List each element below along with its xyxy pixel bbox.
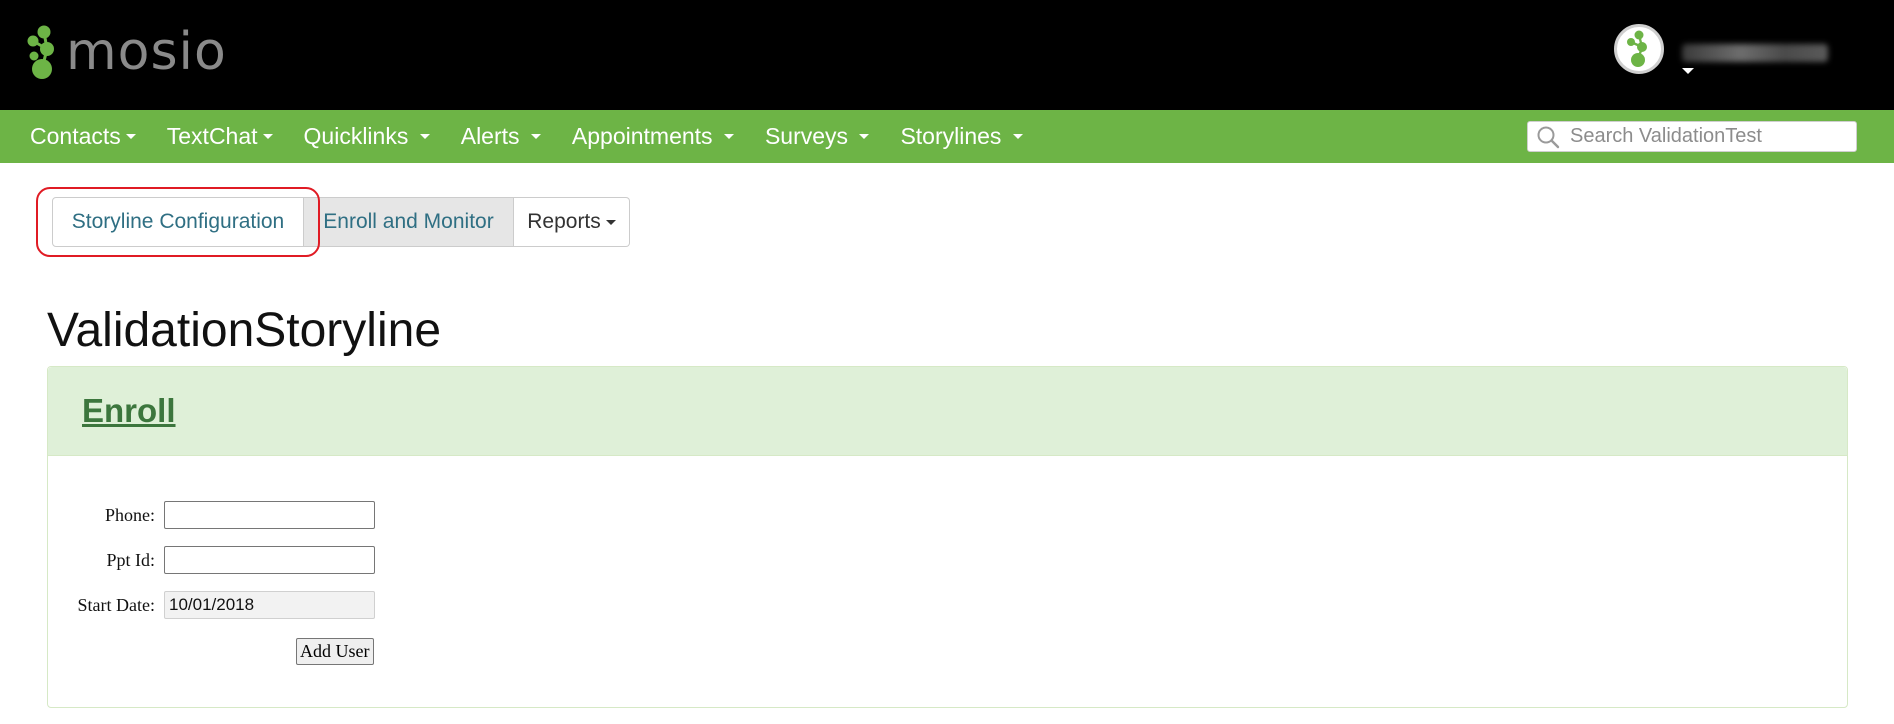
- caret-down-icon: [125, 134, 136, 139]
- search-icon: [1537, 126, 1560, 148]
- user-avatar[interactable]: [1614, 24, 1664, 74]
- tab-reports-label: Reports: [527, 210, 601, 233]
- tab-storyline-configuration[interactable]: Storyline Configuration: [52, 197, 304, 247]
- caret-down-icon: [859, 134, 870, 139]
- nav-storylines-label: Storylines: [900, 123, 1002, 149]
- nav-textchat-label: TextChat: [166, 123, 258, 149]
- nav-alerts[interactable]: Alerts: [461, 123, 541, 150]
- phone-label: Phone:: [104, 504, 155, 525]
- tab-reports[interactable]: Reports: [514, 197, 630, 247]
- ppt-id-label: Ppt Id:: [106, 549, 155, 570]
- logo-wordmark: mosio: [66, 22, 227, 82]
- ppt-id-row: Ppt Id:: [48, 546, 375, 574]
- phone-row: Phone:: [48, 501, 375, 529]
- main-nav: Contacts TextChat Quicklinks Alerts Appo…: [0, 110, 1894, 163]
- caret-down-icon: [419, 134, 430, 139]
- nav-surveys[interactable]: Surveys: [764, 123, 870, 150]
- tab-enroll-and-monitor[interactable]: Enroll and Monitor: [304, 197, 514, 247]
- ppt-id-input[interactable]: [164, 546, 375, 574]
- enroll-form: Phone: Ppt Id: Start Date:: [48, 501, 375, 636]
- page-title: ValidationStoryline: [47, 304, 442, 357]
- start-date-row: Start Date:: [48, 591, 375, 619]
- nav-quicklinks-label: Quicklinks: [303, 123, 409, 149]
- phone-input[interactable]: [164, 501, 375, 529]
- nav-surveys-label: Surveys: [764, 123, 849, 149]
- caret-down-icon: [1012, 134, 1023, 139]
- search-box[interactable]: [1527, 121, 1857, 152]
- nav-alerts-label: Alerts: [460, 123, 520, 149]
- enroll-panel: Enroll Phone: Ppt Id: Start Date: Add Us…: [47, 366, 1848, 708]
- username-redacted[interactable]: [1682, 44, 1828, 62]
- storyline-tabs: Storyline Configuration Enroll and Monit…: [52, 197, 630, 247]
- top-header: mosio: [0, 0, 1894, 110]
- add-user-button[interactable]: Add User: [296, 638, 374, 665]
- start-date-label: Start Date:: [77, 594, 155, 615]
- nav-textchat[interactable]: TextChat: [167, 123, 273, 150]
- search-input[interactable]: [1568, 124, 1848, 149]
- nav-appointments[interactable]: Appointments: [572, 123, 734, 150]
- enroll-link[interactable]: Enroll: [82, 392, 176, 430]
- nav-contacts[interactable]: Contacts: [30, 123, 136, 150]
- nav-contacts-label: Contacts: [30, 123, 121, 149]
- caret-down-icon: [723, 134, 734, 139]
- mosio-logo-icon: [27, 25, 54, 79]
- panel-heading: Enroll: [48, 367, 1847, 456]
- user-menu-caret-icon[interactable]: [1682, 68, 1694, 74]
- nav-appointments-label: Appointments: [571, 123, 713, 149]
- caret-down-icon: [530, 134, 541, 139]
- nav-storylines[interactable]: Storylines: [900, 123, 1023, 150]
- caret-down-icon: [262, 134, 273, 139]
- caret-down-icon: [605, 219, 616, 225]
- start-date-input[interactable]: [164, 591, 375, 619]
- mosio-logo[interactable]: mosio: [26, 24, 227, 80]
- nav-quicklinks[interactable]: Quicklinks: [304, 123, 430, 150]
- mosio-avatar-icon: [1627, 30, 1647, 67]
